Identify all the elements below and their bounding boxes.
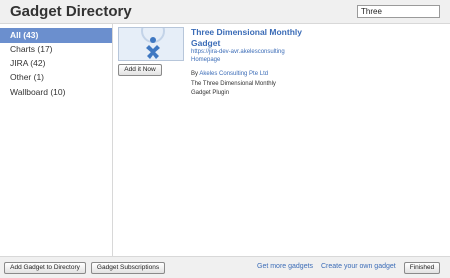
gadget-title[interactable]: Three Dimensional Monthly Gadget — [191, 27, 321, 49]
category-charts[interactable]: Charts (17) — [0, 42, 112, 57]
gadget-homepage-link[interactable]: Homepage — [191, 57, 220, 63]
gadget-subscriptions-button[interactable]: Gadget Subscriptions — [91, 262, 165, 274]
gadget-thumbnail — [118, 27, 184, 61]
header-bar: Gadget Directory — [0, 0, 450, 24]
atlassian-logo-icon — [119, 28, 183, 60]
gadget-description: The Three Dimensional Monthly Gadget Plu… — [191, 81, 276, 96]
gadget-author-line: By Akeles Consulting Pte Ltd — [191, 71, 268, 77]
search-input[interactable] — [357, 5, 440, 18]
by-label: By — [191, 71, 199, 77]
create-own-gadget-link[interactable]: Create your own gadget — [321, 263, 396, 270]
gadget-url-link[interactable]: https://jira-dev-avr.akelesconsulting — [191, 49, 285, 55]
finished-button[interactable]: Finished — [404, 262, 440, 274]
category-sidebar: All (43) Charts (17) JIRA (42) Other (1)… — [0, 24, 113, 256]
add-gadget-to-directory-button[interactable]: Add Gadget to Directory — [4, 262, 86, 274]
category-all[interactable]: All (43) — [0, 28, 112, 43]
category-wallboard[interactable]: Wallboard (10) — [0, 85, 112, 100]
page-title: Gadget Directory — [10, 3, 132, 20]
add-it-now-button[interactable]: Add it Now — [118, 64, 162, 76]
category-jira[interactable]: JIRA (42) — [0, 56, 112, 71]
footer-bar: Add Gadget to Directory Gadget Subscript… — [0, 256, 450, 278]
get-more-gadgets-link[interactable]: Get more gadgets — [257, 263, 313, 270]
category-other[interactable]: Other (1) — [0, 70, 112, 85]
gadget-author-link[interactable]: Akeles Consulting Pte Ltd — [199, 71, 268, 77]
